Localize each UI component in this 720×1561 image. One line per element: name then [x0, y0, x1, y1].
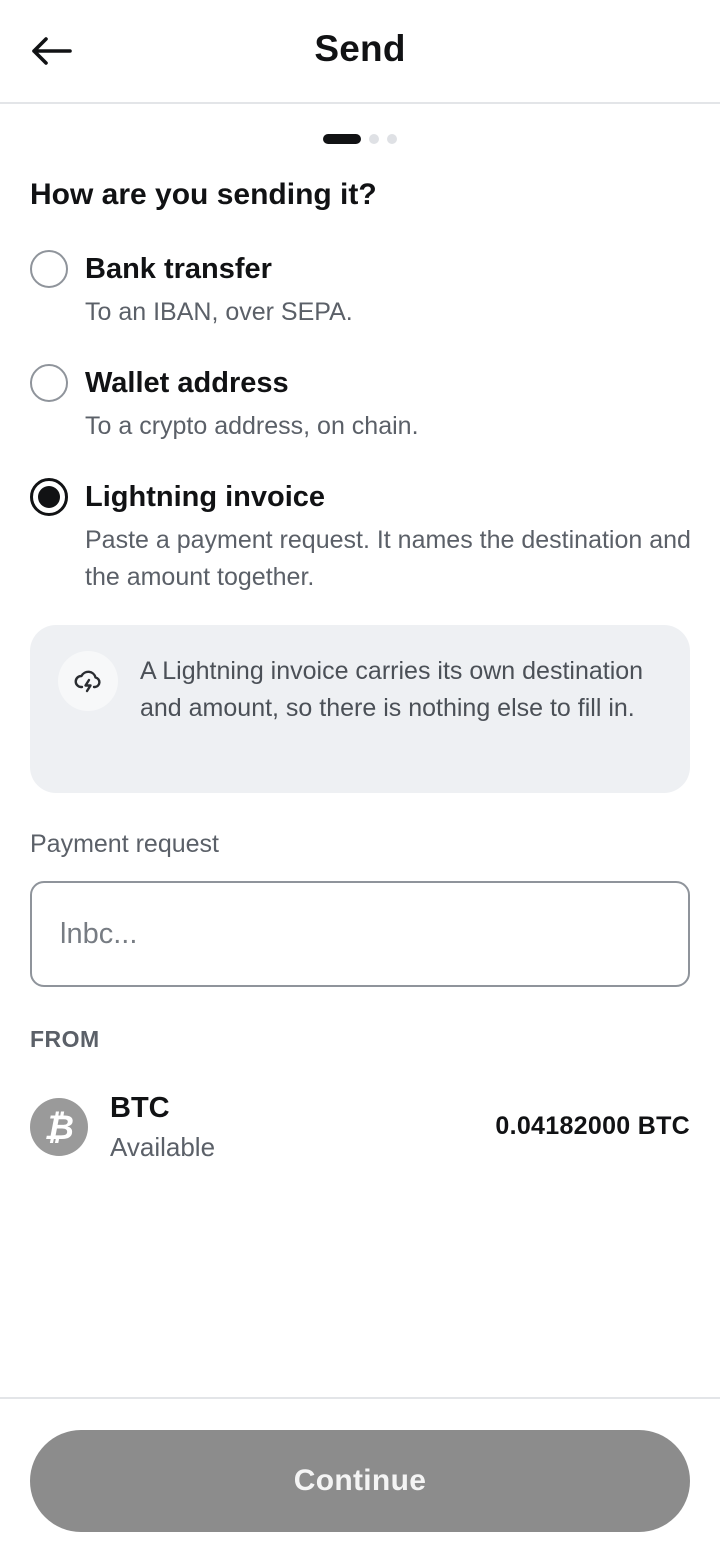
lightning-cloud-icon [58, 651, 118, 711]
lightning-invoice-radio[interactable] [30, 478, 68, 516]
step-dot-1 [323, 134, 361, 144]
account-sublabel: Available [110, 1132, 216, 1162]
wallet-address-description: To a crypto address, on chain. [85, 412, 419, 440]
bank-transfer-description: To an IBAN, over SEPA. [85, 298, 353, 326]
step-indicator [0, 133, 720, 145]
wallet-address-label: Wallet address [85, 367, 289, 399]
from-label: FROM [30, 1026, 100, 1052]
info-text: A Lightning invoice carries its own dest… [140, 657, 644, 722]
step-dot-3 [387, 134, 397, 144]
page-title: Send [314, 28, 406, 69]
method-question: How are you sending it? [30, 178, 377, 211]
option-lightning-invoice[interactable]: Lightning invoice Paste a payment reques… [30, 478, 691, 596]
step-dot-2 [369, 134, 379, 144]
app-header: Send [0, 0, 720, 104]
bitcoin-icon: ₿ [30, 1098, 88, 1156]
source-account-row[interactable]: ₿ BTC Available 0.04182000 BTC [30, 1088, 690, 1168]
wallet-address-radio[interactable] [30, 364, 68, 402]
svg-text:₿: ₿ [44, 1108, 74, 1147]
lightning-invoice-label: Lightning invoice [85, 481, 326, 513]
option-wallet-address[interactable]: Wallet address To a crypto address, on c… [30, 364, 690, 444]
account-balance: 0.04182000 BTC [495, 1112, 690, 1140]
payment-request-label: Payment request [30, 830, 219, 858]
option-bank-transfer[interactable]: Bank transfer To an IBAN, over SEPA. [30, 250, 690, 330]
account-name: BTC [110, 1092, 170, 1124]
bank-transfer-label: Bank transfer [85, 253, 272, 285]
lightning-invoice-description: Paste a payment request. It names the de… [85, 526, 691, 591]
payment-request-input[interactable] [30, 881, 690, 987]
continue-button[interactable]: Continue [30, 1430, 690, 1532]
bank-transfer-radio[interactable] [30, 250, 68, 288]
info-callout: A Lightning invoice carries its own dest… [30, 625, 690, 793]
footer-bar: Continue [0, 1397, 720, 1561]
